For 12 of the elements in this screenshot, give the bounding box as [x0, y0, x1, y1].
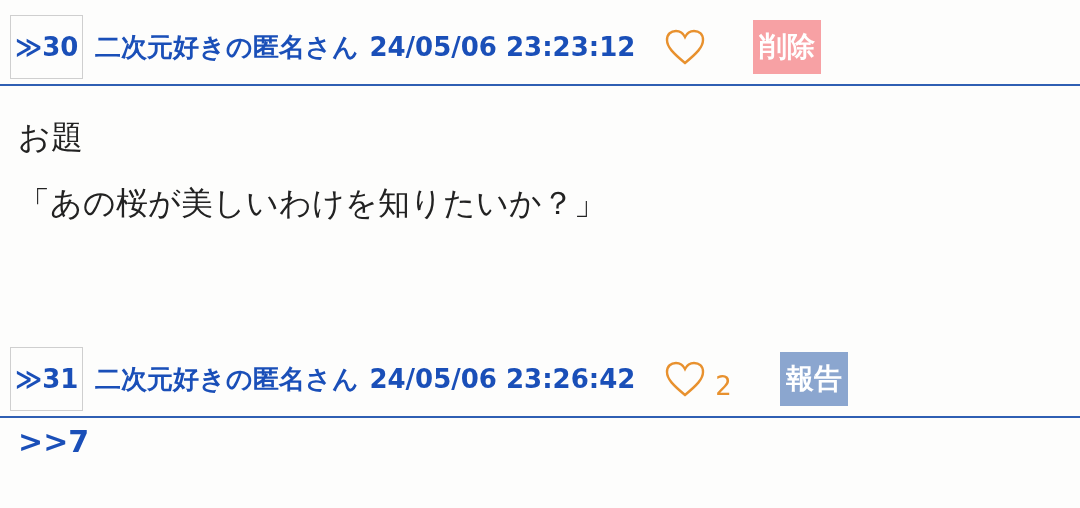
heart-icon[interactable] [665, 29, 706, 65]
reply-link[interactable]: >>7 [18, 424, 90, 459]
poster-name: 二次元好きの匿名さん [95, 362, 360, 396]
poster-name: 二次元好きの匿名さん [95, 30, 360, 64]
post-number-link[interactable]: ≫31 [10, 347, 84, 411]
post-number-link[interactable]: ≫30 [10, 15, 84, 79]
like-count: 2 [715, 371, 732, 401]
post-date: 24/05/06 23:23:12 [369, 32, 636, 62]
post-date: 24/05/06 23:26:42 [369, 364, 636, 394]
post-text: お題 [18, 118, 83, 156]
heart-icon[interactable] [665, 361, 706, 397]
post-text: 「あの桜が美しいわけを知りたいか？」 [18, 184, 606, 222]
